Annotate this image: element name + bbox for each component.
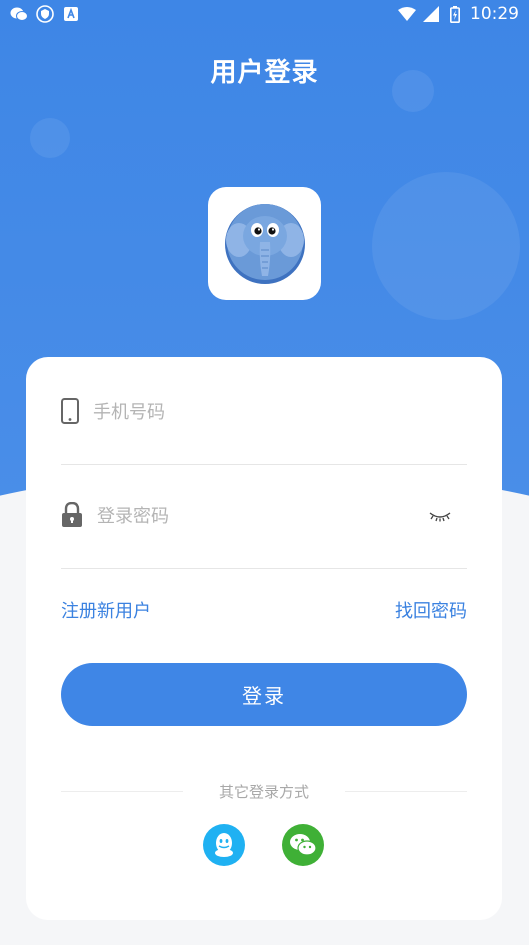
- other-login-label: 其它登录方式: [219, 783, 310, 801]
- qq-login-button[interactable]: [203, 824, 245, 866]
- battery-icon: [446, 5, 464, 23]
- password-field: [61, 465, 467, 569]
- link-row: 注册新用户 找回密码: [61, 597, 467, 623]
- wifi-icon: [398, 6, 416, 22]
- login-button[interactable]: 登录: [61, 663, 467, 726]
- wechat-login-button[interactable]: [282, 824, 324, 866]
- login-card: 注册新用户 找回密码 登录 其它登录方式: [26, 357, 502, 920]
- wechat-icon: [290, 834, 317, 856]
- forgot-password-link[interactable]: 找回密码: [395, 597, 467, 623]
- elephant-logo-icon: [224, 203, 305, 284]
- signal-icon: [422, 6, 440, 22]
- app-notification-icon: [62, 6, 80, 22]
- decor-bubble: [372, 172, 520, 320]
- shield-notification-icon: [36, 5, 54, 23]
- lock-icon: [61, 501, 83, 532]
- eye-closed-icon[interactable]: [429, 507, 451, 526]
- divider-line: [345, 791, 468, 792]
- register-link[interactable]: 注册新用户: [61, 597, 151, 623]
- qq-icon: [215, 833, 233, 857]
- phone-input[interactable]: [93, 402, 393, 423]
- other-login-divider: 其它登录方式: [61, 781, 468, 802]
- page-title: 用户登录: [210, 58, 319, 88]
- app-logo: [208, 187, 321, 300]
- phone-field: [61, 361, 467, 465]
- decor-bubble: [30, 118, 70, 158]
- status-bar: 10:29: [0, 0, 529, 28]
- status-time: 10:29: [470, 4, 519, 24]
- password-input[interactable]: [97, 506, 397, 527]
- wechat-notification-icon: [10, 6, 28, 22]
- phone-icon: [61, 397, 79, 428]
- divider-line: [61, 791, 183, 792]
